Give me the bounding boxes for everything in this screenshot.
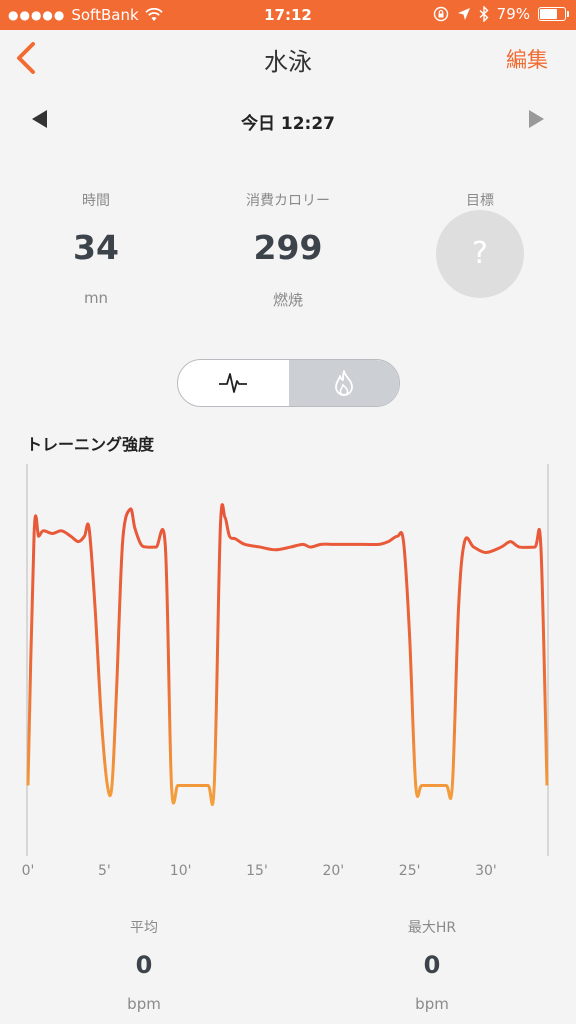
average-label: 平均: [130, 920, 158, 936]
duration-unit: mn: [83, 289, 109, 307]
average-value: 0: [135, 951, 153, 979]
average-unit: bpm: [127, 995, 161, 1013]
status-bar: ●●●●● SoftBank 17:12 79%: [0, 0, 576, 30]
x-tick-label: 25': [399, 863, 421, 879]
bluetooth-icon: [479, 6, 489, 22]
max-hr-value: 0: [423, 951, 441, 979]
battery-icon: [538, 7, 569, 21]
battery-percent: 79%: [496, 5, 530, 23]
max-hr-stat: 最大HR 0 bpm: [352, 917, 512, 1013]
status-right: 79%: [433, 5, 569, 23]
edit-button[interactable]: 編集: [506, 44, 548, 74]
goal-stat: 目標: [420, 190, 540, 210]
intensity-series-line: [26, 503, 549, 806]
page-title: 水泳: [264, 48, 312, 76]
x-tick-label: 30': [475, 863, 497, 879]
calories-value: 299: [253, 228, 323, 267]
calories-stat: 消費カロリー 299 燃焼: [208, 190, 368, 310]
rotation-lock-icon: [433, 6, 448, 22]
x-tick-label: 0': [22, 863, 35, 879]
navigation-bar: 水泳 編集: [0, 30, 576, 86]
goal-label: 目標: [466, 193, 494, 209]
next-day-icon[interactable]: [529, 110, 544, 128]
session-date: 今日 12:27: [240, 114, 336, 134]
max-hr-label: 最大HR: [407, 920, 457, 936]
average-hr-stat: 平均 0 bpm: [64, 917, 224, 1013]
heart-rate-mode-button[interactable]: [178, 360, 288, 406]
location-arrow-icon: [457, 8, 470, 20]
duration-stat: 時間 34 mn: [36, 190, 156, 307]
x-tick-label: 20': [322, 863, 344, 879]
heartbeat-icon: [219, 373, 247, 393]
training-intensity-title: トレーニング強度: [26, 435, 155, 454]
goal-circle[interactable]: ?: [436, 210, 524, 298]
x-tick-label: 5': [98, 863, 111, 879]
x-tick-label: 15': [246, 863, 268, 879]
duration-label: 時間: [82, 193, 110, 209]
date-navigator: 今日 12:27: [0, 104, 576, 136]
training-intensity-chart: 0' 5' 10' 15' 20' 25' 30': [22, 464, 549, 879]
calories-label: 消費カロリー: [246, 193, 330, 209]
calories-unit: 燃焼: [272, 291, 303, 309]
duration-value: 34: [73, 228, 119, 267]
x-tick-label: 10': [170, 863, 192, 879]
flame-icon: [335, 370, 353, 396]
max-hr-unit: bpm: [415, 995, 449, 1013]
chart-mode-toggle: [177, 359, 400, 407]
calorie-mode-button[interactable]: [289, 360, 399, 406]
battery-level: [540, 9, 557, 19]
